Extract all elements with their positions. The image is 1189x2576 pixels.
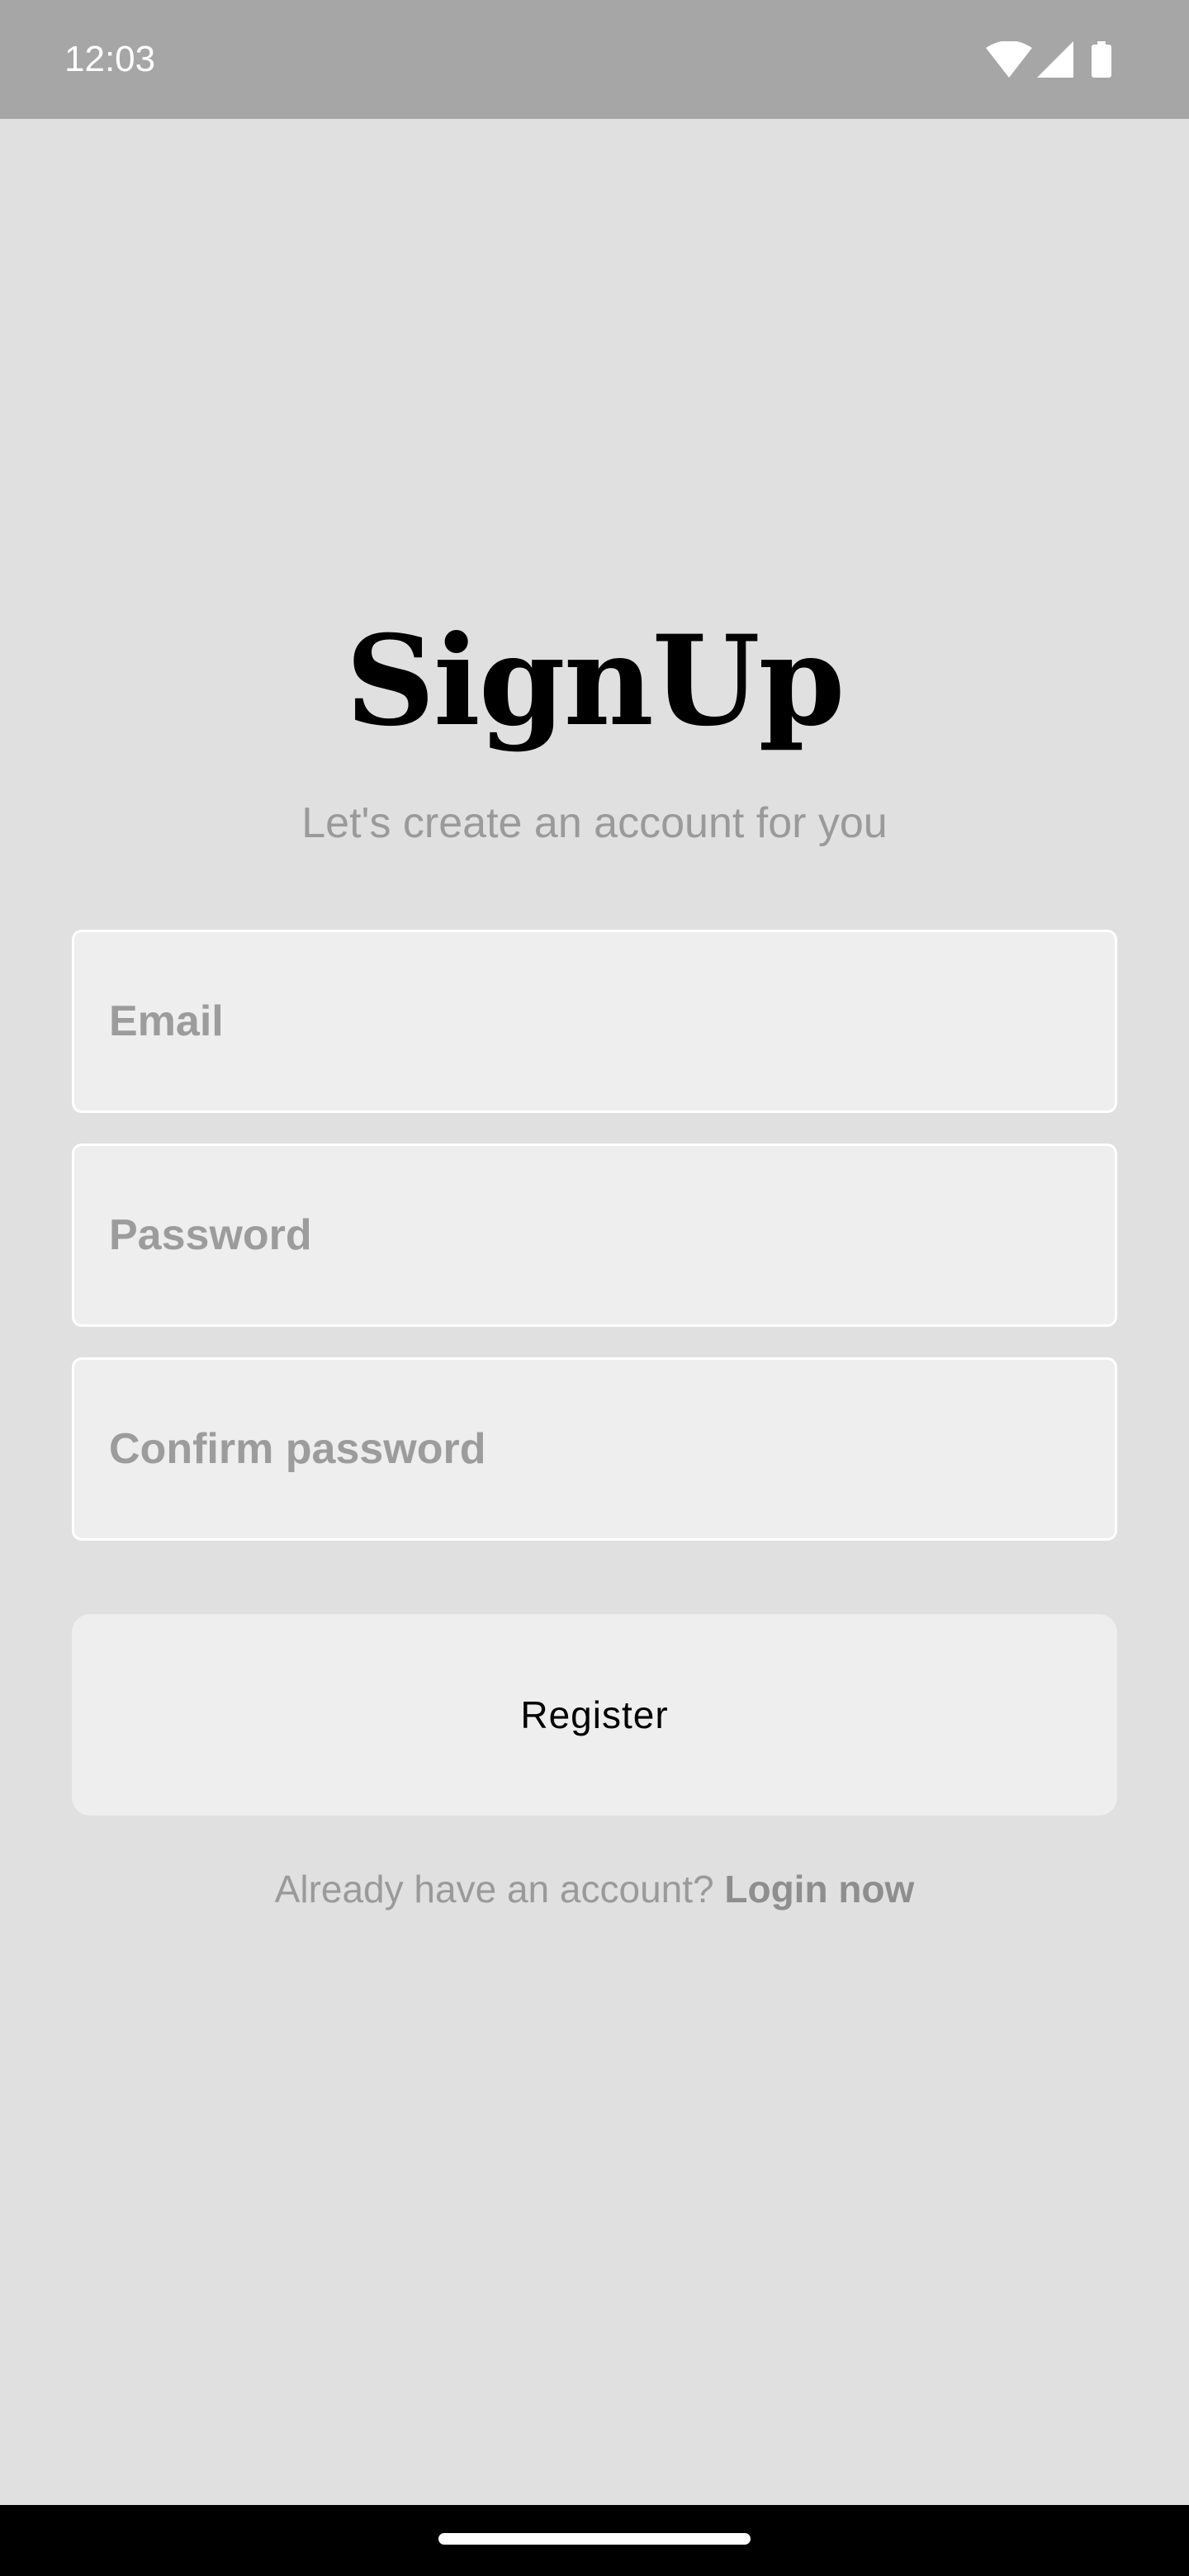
- password-field[interactable]: [72, 1144, 1117, 1327]
- navigation-bar: [0, 2505, 1189, 2576]
- status-bar: 12:03: [0, 0, 1189, 119]
- status-icons: [986, 41, 1111, 78]
- signal-icon: [1037, 41, 1073, 78]
- wifi-icon: [986, 41, 1032, 78]
- battery-icon: [1092, 41, 1111, 78]
- register-button[interactable]: Register: [72, 1614, 1117, 1816]
- home-indicator[interactable]: [438, 2533, 751, 2545]
- email-field[interactable]: [72, 930, 1117, 1113]
- login-now-link[interactable]: Login now: [724, 1868, 914, 1911]
- login-prompt-text: Already have an account?: [274, 1868, 714, 1911]
- register-button-label: Register: [520, 1693, 669, 1736]
- confirm-password-field[interactable]: [72, 1357, 1117, 1541]
- page-title: SignUp: [345, 608, 846, 754]
- status-time: 12:03: [64, 39, 156, 79]
- login-prompt: Already have an account? Login now: [0, 1863, 1189, 1915]
- page-subtitle: Let's create an account for you: [301, 799, 888, 847]
